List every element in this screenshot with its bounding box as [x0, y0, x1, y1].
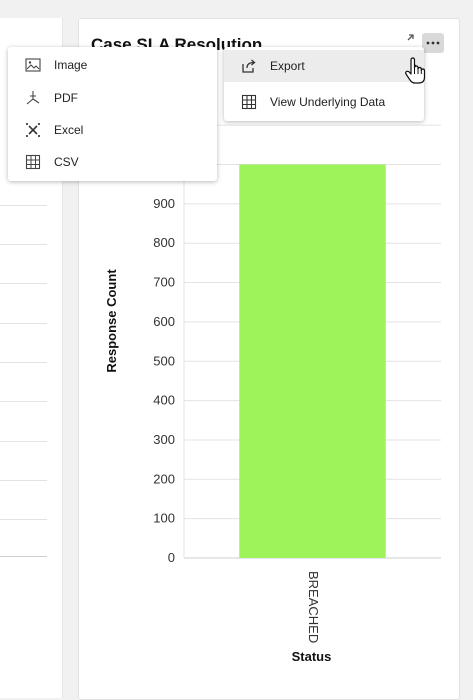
hand-pointer-icon: [405, 57, 426, 84]
gridline: [0, 441, 47, 442]
export-menu-item[interactable]: Export: [224, 50, 424, 82]
csv-icon: [24, 153, 42, 171]
table-icon: [240, 93, 258, 111]
export-pdf-menu-item[interactable]: PDF: [8, 82, 217, 114]
view-underlying-data-menu-item[interactable]: View Underlying Data: [224, 86, 424, 118]
export-image-menu-item[interactable]: Image: [8, 49, 217, 81]
y-axis-title: Response Count: [104, 269, 119, 373]
pdf-label: PDF: [54, 91, 78, 105]
gridline: [0, 205, 47, 206]
y-tick-label: 0: [168, 550, 175, 565]
bar: [239, 164, 386, 558]
export-excel-menu-item[interactable]: Excel: [8, 114, 217, 146]
gridline: [0, 362, 47, 363]
x-tick-label: BREACHED: [306, 571, 321, 643]
y-tick-label: 800: [153, 235, 175, 250]
export-icon: [240, 57, 258, 75]
gridline: [0, 480, 47, 481]
context-menu: Export View Underlying Data: [224, 47, 424, 121]
gridline: [0, 244, 47, 245]
gridline: [0, 323, 47, 324]
y-tick-label: 600: [153, 314, 175, 329]
gridline: [0, 283, 47, 284]
export-csv-menu-item[interactable]: CSV: [8, 146, 217, 178]
export-label: Export: [270, 59, 305, 73]
excel-label: Excel: [54, 123, 84, 137]
pdf-icon: [24, 89, 42, 107]
gridline: [0, 519, 47, 520]
x-axis-title: Status: [292, 649, 332, 664]
gridline: [0, 401, 47, 402]
export-format-submenu: Image PDF Excel CSV: [8, 47, 217, 181]
excel-icon: [24, 121, 42, 139]
y-tick-label: 700: [153, 275, 175, 290]
y-tick-label: 500: [153, 353, 175, 368]
y-tick-label: 400: [153, 393, 175, 408]
y-tick-label: 100: [153, 511, 175, 526]
view-underlying-data-label: View Underlying Data: [270, 95, 386, 109]
csv-label: CSV: [54, 155, 79, 169]
y-tick-label: 900: [153, 196, 175, 211]
y-tick-label: 300: [153, 432, 175, 447]
x-axis-line: [0, 556, 47, 557]
y-tick-label: 200: [153, 471, 175, 486]
image-label: Image: [54, 58, 88, 72]
image-icon: [24, 56, 42, 74]
